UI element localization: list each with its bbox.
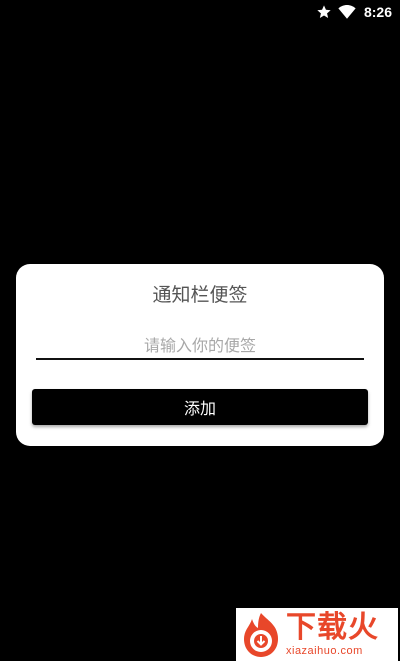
star-icon	[316, 4, 332, 20]
watermark-url: xiazaihuo.com	[286, 645, 363, 657]
status-time: 8:26	[363, 4, 392, 20]
status-icons: 8:26	[316, 3, 392, 21]
watermark: 下载火 xiazaihuo.com	[236, 608, 398, 661]
flame-logo-icon	[244, 613, 278, 657]
add-button[interactable]: 添加	[32, 389, 368, 425]
watermark-title: 下载火	[286, 610, 379, 645]
wifi-icon	[338, 4, 356, 20]
note-dialog: 通知栏便签 添加	[16, 264, 384, 446]
note-input[interactable]	[36, 332, 364, 360]
status-bar: 8:26	[0, 0, 400, 24]
dialog-title: 通知栏便签	[152, 284, 248, 306]
